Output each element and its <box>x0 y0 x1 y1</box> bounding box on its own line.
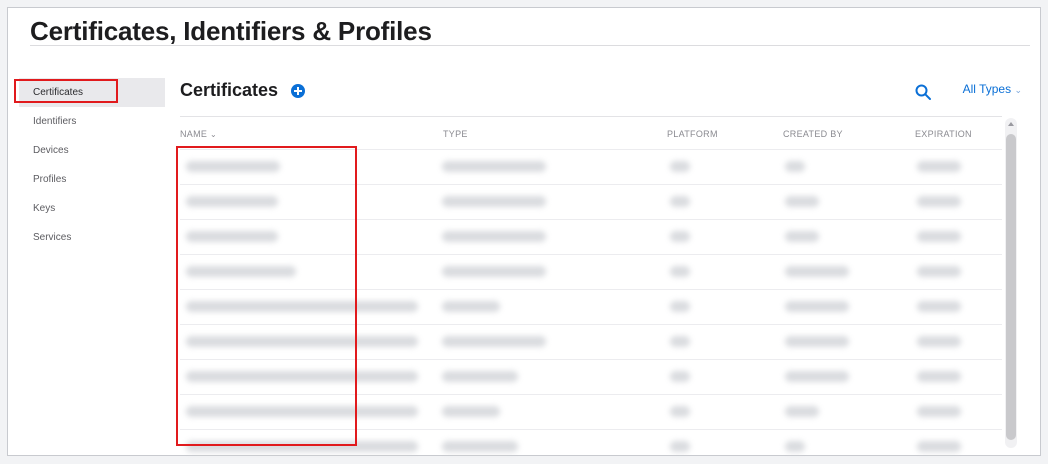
table-scrollbar[interactable] <box>1005 118 1017 448</box>
redacted-name <box>186 301 418 312</box>
redacted-created-by <box>785 196 819 207</box>
redacted-expiration <box>917 371 961 382</box>
redacted-created-by <box>785 161 805 172</box>
redacted-type <box>442 161 546 172</box>
redacted-name <box>186 371 418 382</box>
redacted-created-by <box>785 301 849 312</box>
redacted-platform <box>670 441 690 452</box>
redacted-platform <box>670 161 690 172</box>
table-row[interactable] <box>180 149 1002 184</box>
filter-label: All Types <box>962 82 1012 96</box>
redacted-platform <box>670 336 690 347</box>
table-row[interactable] <box>180 324 1002 359</box>
redacted-created-by <box>785 406 819 417</box>
redacted-platform <box>670 266 690 277</box>
scroll-up-arrow-icon[interactable] <box>1008 122 1014 126</box>
redacted-type <box>442 231 546 242</box>
redacted-name <box>186 336 418 347</box>
certificates-table: NAME ⌄ TYPE PLATFORM CREATED BY EXPIRATI… <box>180 116 1002 464</box>
sidebar-item-services[interactable]: Services <box>19 223 165 252</box>
table-row[interactable] <box>180 219 1002 254</box>
sidebar-item-profiles[interactable]: Profiles <box>19 165 165 194</box>
table-row[interactable] <box>180 184 1002 219</box>
redacted-created-by <box>785 371 849 382</box>
redacted-type <box>442 301 500 312</box>
redacted-name <box>186 406 418 417</box>
table-row[interactable] <box>180 254 1002 289</box>
column-header-name-label: NAME <box>180 129 208 139</box>
sidebar-item-devices[interactable]: Devices <box>19 136 165 165</box>
redacted-created-by <box>785 231 819 242</box>
table-header: NAME ⌄ TYPE PLATFORM CREATED BY EXPIRATI… <box>180 116 1002 149</box>
redacted-expiration <box>917 441 961 452</box>
title-divider <box>30 45 1030 46</box>
column-header-expiration[interactable]: EXPIRATION <box>915 129 972 139</box>
redacted-name <box>186 231 278 242</box>
column-header-created-by[interactable]: CREATED BY <box>783 129 843 139</box>
column-header-name[interactable]: NAME ⌄ <box>180 129 217 139</box>
redacted-type <box>442 266 546 277</box>
sort-chevron-icon: ⌄ <box>210 130 218 139</box>
redacted-platform <box>670 231 690 242</box>
table-row[interactable] <box>180 394 1002 429</box>
redacted-platform <box>670 406 690 417</box>
redacted-created-by <box>785 441 805 452</box>
redacted-type <box>442 441 518 452</box>
table-row[interactable] <box>180 289 1002 324</box>
redacted-expiration <box>917 336 961 347</box>
redacted-name <box>186 161 280 172</box>
redacted-name <box>186 196 278 207</box>
column-header-platform[interactable]: PLATFORM <box>667 129 718 139</box>
redacted-expiration <box>917 406 961 417</box>
redacted-platform <box>670 371 690 382</box>
chevron-down-icon: ⌄ <box>1014 85 1022 95</box>
sidebar-item-identifiers[interactable]: Identifiers <box>19 107 165 136</box>
redacted-platform <box>670 196 690 207</box>
sidebar-nav: Certificates Identifiers Devices Profile… <box>19 78 165 252</box>
sidebar-item-certificates[interactable]: Certificates <box>19 78 165 107</box>
scroll-thumb[interactable] <box>1006 134 1016 440</box>
column-header-type[interactable]: TYPE <box>443 129 468 139</box>
redacted-name <box>186 266 296 277</box>
redacted-type <box>442 196 546 207</box>
table-row[interactable] <box>180 429 1002 464</box>
redacted-type <box>442 371 518 382</box>
section-title: Certificates <box>180 80 279 100</box>
redacted-expiration <box>917 161 961 172</box>
redacted-expiration <box>917 301 961 312</box>
redacted-platform <box>670 301 690 312</box>
table-row[interactable] <box>180 359 1002 394</box>
search-icon[interactable] <box>914 83 932 101</box>
redacted-type <box>442 406 500 417</box>
sidebar-item-keys[interactable]: Keys <box>19 194 165 223</box>
page-title: Certificates, Identifiers & Profiles <box>30 16 432 46</box>
redacted-expiration <box>917 231 961 242</box>
redacted-expiration <box>917 196 961 207</box>
redacted-type <box>442 336 546 347</box>
redacted-name <box>186 441 418 452</box>
type-filter-dropdown[interactable]: All Types ⌄ <box>963 82 1022 96</box>
redacted-created-by <box>785 336 849 347</box>
add-certificate-icon[interactable] <box>291 84 305 98</box>
certificates-header: Certificates All Types ⌄ <box>180 80 1028 104</box>
redacted-created-by <box>785 266 849 277</box>
redacted-expiration <box>917 266 961 277</box>
